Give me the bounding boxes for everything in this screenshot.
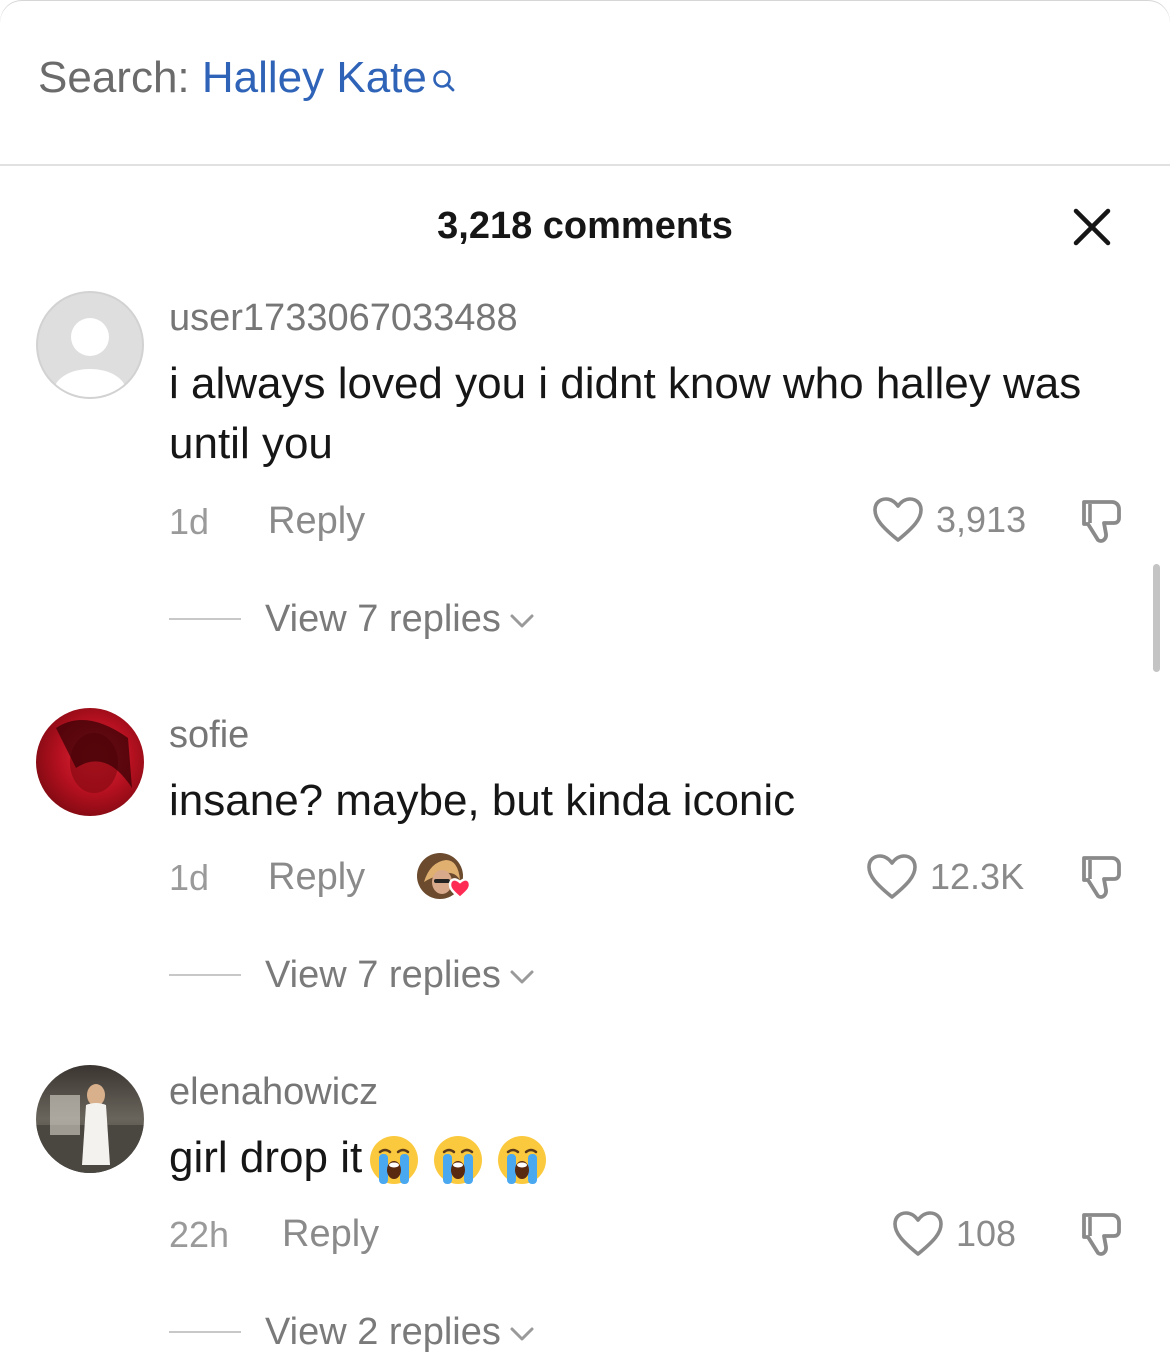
replies-divider-line <box>169 974 241 976</box>
search-bar[interactable]: Search: Halley Kate <box>0 0 1170 164</box>
like-button[interactable]: 108 <box>892 1210 1016 1258</box>
reply-button[interactable]: Reply <box>282 1212 379 1256</box>
comment-username[interactable]: elenahowicz <box>169 1070 378 1114</box>
replies-divider-line <box>169 618 241 620</box>
search-prefix: Search: <box>38 53 190 102</box>
dislike-icon[interactable] <box>1070 852 1126 908</box>
like-count: 108 <box>956 1213 1017 1254</box>
creator-liked-badge <box>416 852 474 904</box>
like-count: 3,913 <box>936 499 1027 540</box>
scrollbar[interactable] <box>1153 564 1160 672</box>
comment-time: 1d <box>169 857 210 898</box>
loudly-crying-face-icon <box>370 1136 419 1185</box>
comment-username[interactable]: user1733067033488 <box>169 296 518 340</box>
chevron-down-icon <box>510 1327 534 1341</box>
view-replies-button[interactable]: View 7 replies <box>169 953 535 997</box>
chevron-down-icon <box>510 614 534 628</box>
default-avatar-icon <box>54 318 126 397</box>
header-divider <box>0 164 1170 166</box>
heart-icon <box>893 1211 943 1256</box>
view-replies-label: View 2 replies <box>265 1311 501 1353</box>
search-icon[interactable] <box>431 54 457 106</box>
close-icon[interactable] <box>1070 205 1114 249</box>
comment-text: i always loved you i didnt know who hall… <box>169 359 1082 468</box>
dislike-icon[interactable] <box>1070 1209 1126 1265</box>
loudly-crying-face-icon <box>498 1136 547 1185</box>
search-text[interactable]: Search: Halley Kate <box>38 52 457 106</box>
like-button[interactable]: 12.3K <box>866 853 1024 901</box>
comment-text: insane? maybe, but kinda iconic <box>169 776 796 825</box>
like-count: 12.3K <box>930 856 1025 897</box>
avatar[interactable] <box>36 1065 144 1173</box>
comment-username[interactable]: sofie <box>169 713 249 757</box>
search-query[interactable]: Halley Kate <box>202 53 427 102</box>
view-replies-label: View 7 replies <box>265 954 501 996</box>
chevron-down-icon <box>510 970 534 984</box>
heart-icon <box>873 497 923 542</box>
emoji-group <box>368 1134 548 1186</box>
heart-icon <box>867 854 917 899</box>
avatar[interactable] <box>36 291 144 399</box>
like-button[interactable]: 3,913 <box>872 496 1026 544</box>
view-replies-button[interactable]: View 2 replies <box>169 1310 535 1354</box>
avatar[interactable] <box>36 708 144 816</box>
view-replies-button[interactable]: View 7 replies <box>169 597 535 641</box>
replies-divider-line <box>169 1331 241 1333</box>
reply-button[interactable]: Reply <box>268 499 365 543</box>
view-replies-label: View 7 replies <box>265 598 501 640</box>
comments-count-title: 3,218 comments <box>437 205 733 247</box>
dislike-icon[interactable] <box>1070 496 1126 552</box>
avatar-photo <box>56 720 132 793</box>
reply-button[interactable]: Reply <box>268 855 365 899</box>
comment-time: 1d <box>169 501 210 542</box>
comment-text-body: girl drop it <box>169 1133 363 1182</box>
comment-text: girl drop it <box>169 1128 1099 1188</box>
loudly-crying-face-icon <box>434 1136 483 1185</box>
avatar-photo <box>36 1084 144 1173</box>
comment-time: 22h <box>169 1214 230 1255</box>
